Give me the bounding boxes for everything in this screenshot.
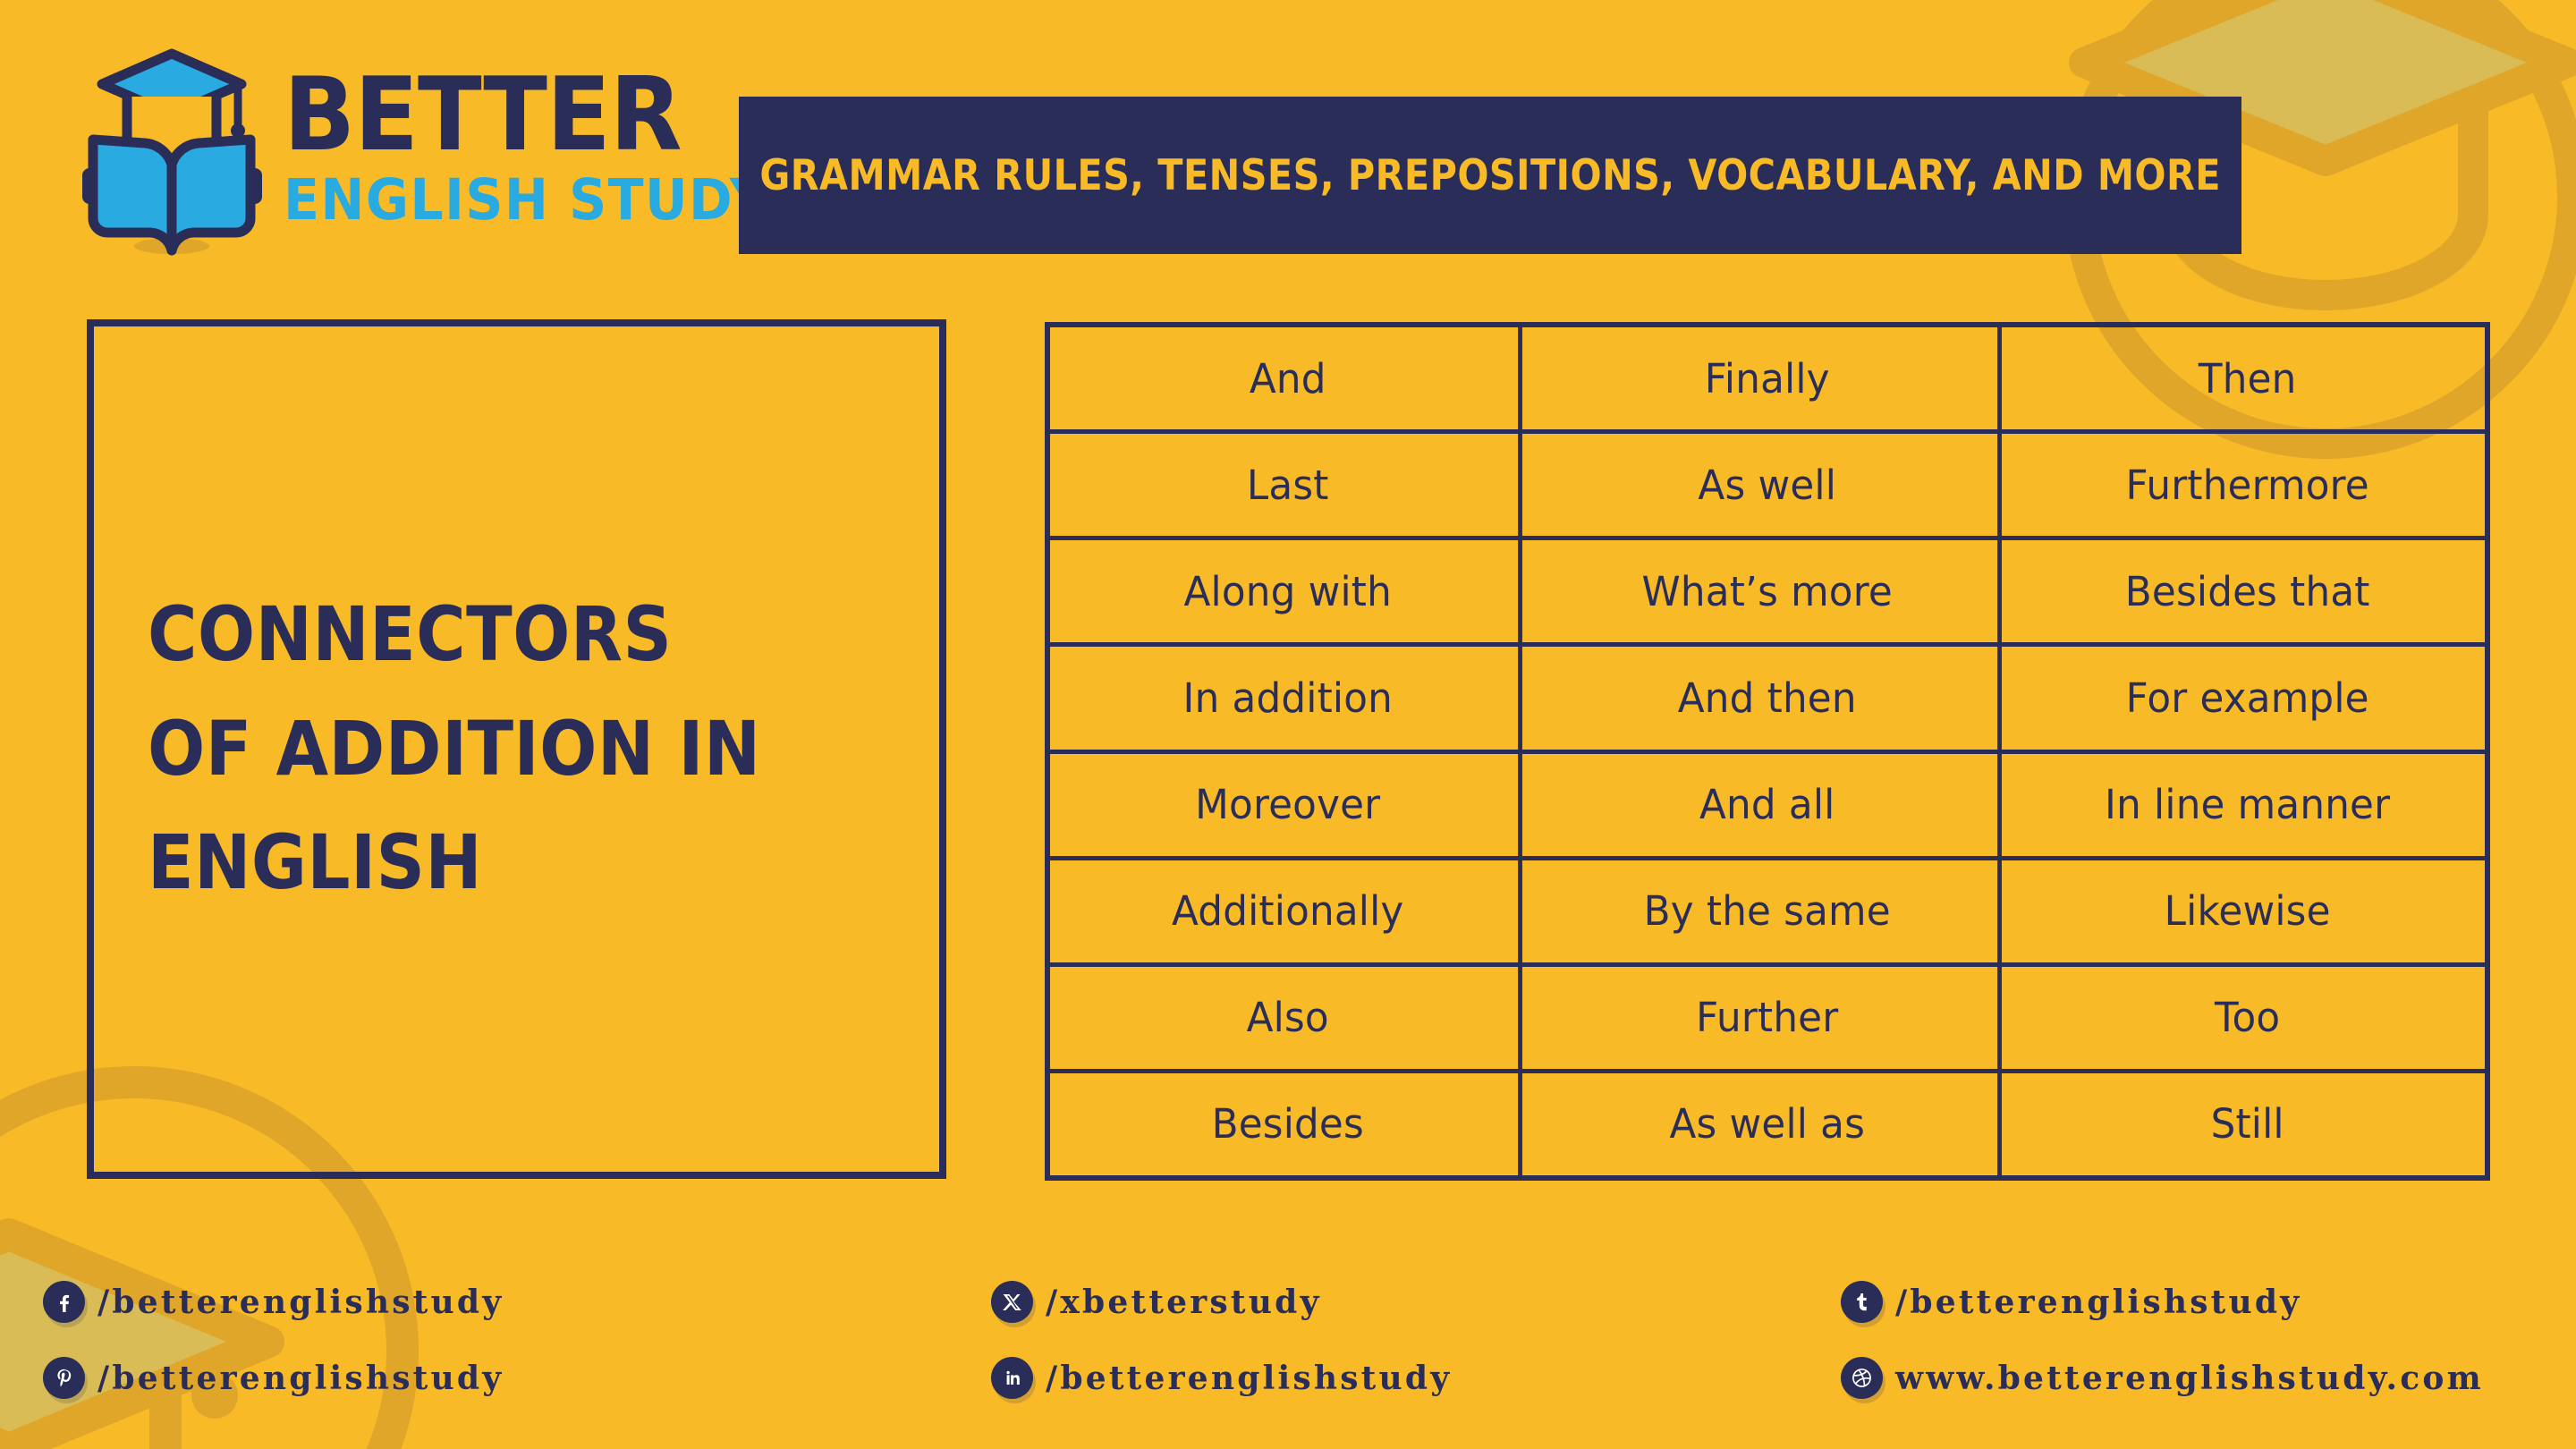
dribbble-icon[interactable] [1841, 1357, 1883, 1399]
footer-social-link[interactable]: /betterenglishstudy [43, 1281, 504, 1323]
table-row: Also Further Too [1050, 966, 2485, 1073]
table-cell: As well as [1537, 1072, 2003, 1175]
connectors-table: And Finally Then Last As well Furthermore Alon… [1045, 322, 2490, 1181]
footer-handle-text: /betterenglishstudy [97, 1359, 504, 1397]
table-cell: Along with [1057, 540, 1523, 643]
brand-name-primary: BETTER [284, 55, 682, 174]
brand-name-secondary: ENGLISH STUDY [284, 167, 769, 233]
pinterest-icon[interactable] [43, 1357, 85, 1399]
footer-handle-text: /xbetterstudy [1046, 1283, 1322, 1321]
table-cell: What’s more [1537, 540, 2003, 643]
table-cell: Still [2210, 1100, 2284, 1148]
footer-handle-text: www.betterenglishstudy.com [1895, 1359, 2484, 1397]
footer-handle-text: /betterenglishstudy [1895, 1283, 2302, 1321]
facebook-icon[interactable] [43, 1281, 85, 1323]
page-title-line-2: OF ADDITION IN [148, 704, 761, 792]
page-title-line-3: ENGLISH [148, 818, 483, 907]
table-row: Moreover And all In line manner [1050, 753, 2485, 860]
footer-social-link[interactable]: /betterenglishstudy [1841, 1281, 2484, 1323]
table-cell: Last [1057, 434, 1523, 537]
footer-column-2: /xbetterstudy/betterenglishstudy [991, 1281, 1452, 1399]
footer-social-link[interactable]: /betterenglishstudy [991, 1357, 1452, 1399]
table-row: Besides As well as Still [1050, 1072, 2485, 1175]
table-cell: Too [2214, 994, 2280, 1042]
tagline-text: GRAMMAR RULES, TENSES, PREPOSITIONS, VOC… [759, 150, 2221, 200]
footer: /betterenglishstudy/betterenglishstudy /… [0, 1281, 2576, 1415]
footer-social-link[interactable]: /xbetterstudy [991, 1281, 1452, 1323]
x-twitter-icon[interactable] [991, 1281, 1033, 1323]
table-cell: Further [1537, 966, 2003, 1069]
page-title: CONNECTORS OF ADDITION IN ENGLISH [148, 578, 812, 920]
table-cell: Besides [1057, 1072, 1523, 1175]
footer-column-1: /betterenglishstudy/betterenglishstudy [43, 1281, 504, 1399]
table-cell: Besides that [2124, 567, 2370, 615]
linkedin-icon[interactable] [991, 1357, 1033, 1399]
table-row: Additionally By the same Likewise [1050, 860, 2485, 967]
table-cell: As well [1537, 434, 2003, 537]
table-cell: Moreover [1057, 753, 1523, 856]
title-panel: CONNECTORS OF ADDITION IN ENGLISH [87, 319, 946, 1179]
tagline-banner: GRAMMAR RULES, TENSES, PREPOSITIONS, VOC… [739, 97, 2241, 254]
table-row: And Finally Then [1050, 327, 2485, 435]
tumblr-icon[interactable] [1841, 1281, 1883, 1323]
table-cell: By the same [1537, 860, 2003, 962]
page-title-line-1: CONNECTORS [148, 589, 673, 678]
table-cell: Then [2198, 354, 2297, 402]
table-row: Last As well Furthermore [1050, 434, 2485, 541]
table-cell: And all [1537, 753, 2003, 856]
footer-handle-text: /betterenglishstudy [97, 1283, 504, 1321]
table-cell: Furthermore [2125, 461, 2369, 509]
table-cell: Likewise [2164, 887, 2331, 936]
footer-handle-text: /betterenglishstudy [1046, 1359, 1453, 1397]
table-row: In addition And then For example [1050, 647, 2485, 754]
table-row: Along with What’s more Besides that [1050, 540, 2485, 648]
table-cell: Additionally [1057, 860, 1523, 962]
table-cell: And then [1537, 647, 2003, 750]
table-cell: In line manner [2104, 781, 2390, 829]
table-cell: For example [2125, 674, 2369, 722]
table-cell: In addition [1057, 647, 1523, 750]
footer-social-link[interactable]: www.betterenglishstudy.com [1841, 1357, 2484, 1399]
table-cell: Also [1057, 966, 1523, 1069]
poster-canvas: BETTER ENGLISH STUDY GRAMMAR RULES, TENS… [0, 0, 2576, 1449]
graduation-cap-book-icon [82, 48, 262, 256]
brand-logo[interactable]: BETTER ENGLISH STUDY [80, 34, 805, 258]
table-cell: Finally [1537, 327, 2003, 430]
footer-column-3: /betterenglishstudy www.betterenglishstud… [1841, 1281, 2484, 1399]
table-cell: And [1057, 327, 1523, 430]
header: BETTER ENGLISH STUDY GRAMMAR RULES, TENS… [0, 0, 2576, 277]
footer-social-link[interactable]: /betterenglishstudy [43, 1357, 504, 1399]
